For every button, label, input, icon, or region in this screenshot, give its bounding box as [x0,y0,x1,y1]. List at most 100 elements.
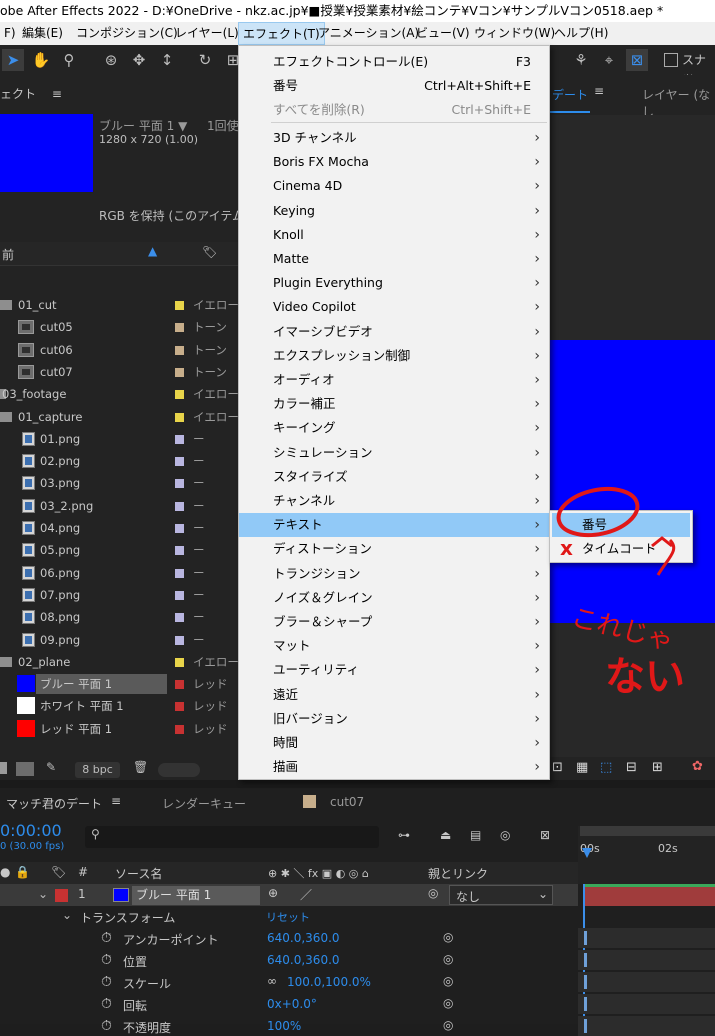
expression-pickwhip-icon[interactable]: ◎ [443,974,453,988]
snap-checkbox[interactable] [664,53,678,67]
label-color-chip[interactable] [175,657,184,667]
shy-switch-icon[interactable]: ⊕ [268,886,278,900]
project-list-item[interactable]: cut06 トーン [0,339,238,361]
transform-property-value[interactable]: 640.0,360.0 [267,953,340,967]
project-bit-depth[interactable]: 8 bpc [75,762,120,778]
label-color-chip[interactable] [175,702,184,712]
effect-menu-item[interactable]: イマーシブビデオ › [239,320,549,344]
project-list-item[interactable]: cut05 トーン [0,316,238,338]
layer-label-swatch[interactable] [55,889,68,902]
sort-ascending-icon[interactable]: ▲ [148,244,157,258]
menu-help[interactable]: ヘルプ(H) [550,22,612,45]
mask-path-icon[interactable]: ⬚ [600,760,612,775]
expand-layer-icon[interactable]: ⌄ [38,887,48,901]
label-color-chip[interactable] [175,434,184,444]
label-column-icon[interactable]: 🏷 [202,245,217,259]
current-timecode[interactable]: 0:00:00 [0,821,62,840]
project-list-item[interactable]: 01.png ー [0,428,238,450]
label-color-chip[interactable] [175,345,184,355]
effect-menu-item[interactable]: Keying › [239,199,549,223]
work-area-bar[interactable] [580,826,715,836]
label-color-chip[interactable] [175,635,184,645]
stopwatch-icon[interactable]: ⏱ [101,996,112,1012]
effect-menu-item[interactable]: 時間 › [239,731,549,755]
panel-menu-icon[interactable]: ≡ [52,87,62,101]
composition-flowchart-icon[interactable]: ⊶ [398,828,410,842]
layer-row[interactable]: ⌄ 1 ブルー 平面 1 ⊕ ／ ◎ なし ⌄ [0,884,578,906]
label-color-chip[interactable] [175,301,184,310]
effect-menu-item[interactable]: 描画 › [239,755,549,779]
menu-window[interactable]: ウィンドウ(W) [470,22,559,45]
selection-tool-icon[interactable]: ➤ [2,49,24,71]
stopwatch-icon[interactable]: ⏱ [101,930,112,946]
interpret-footage-icon[interactable] [0,762,7,774]
adjust-icon[interactable]: ✎ [46,760,56,774]
constrain-proportions-icon[interactable]: ∞ [267,974,277,988]
parent-link-header[interactable]: 親とリンク [428,865,488,882]
property-track[interactable] [578,1016,715,1036]
timeline-tab-menu-icon[interactable]: ≡ [111,794,121,808]
property-track[interactable] [578,950,715,970]
label-color-chip[interactable] [175,680,184,690]
orbit-camera-icon[interactable]: ⊛ [100,49,122,71]
effect-menu-item[interactable]: ユーティリティ › [239,658,549,682]
effect-menu-item[interactable]: シミュレーション › [239,441,549,465]
effect-menu-item[interactable]: Knoll › [239,223,549,247]
effect-menu-item[interactable]: Matte › [239,247,549,271]
effect-menu-item[interactable]: 遠近 › [239,683,549,707]
source-name-header[interactable]: ソース名 [115,865,162,882]
safe-margins-icon[interactable]: ⊞ [652,760,663,775]
project-list-item[interactable]: レッド 平面 1 レッド [0,718,238,740]
layer-search-input[interactable]: ⚲ [85,826,379,848]
region-of-interest-icon[interactable]: ⊟ [626,760,637,775]
color-channels-icon[interactable]: ✿ [692,759,703,774]
project-list-item[interactable]: 01_capture イエロー [0,406,239,428]
label-color-chip[interactable] [175,412,184,422]
puppet-overlap-icon[interactable]: ⊠ [626,49,648,71]
expression-pickwhip-icon[interactable]: ◎ [443,996,453,1010]
graph-editor-icon[interactable]: ⊠ [540,828,550,842]
label-color-chip[interactable] [175,323,184,333]
label-color-chip[interactable] [175,524,184,533]
effect-menu-item[interactable]: 番号 Ctrl+Alt+Shift+E [239,74,549,98]
draft-3d-icon[interactable]: ⏏ [440,828,451,842]
pan-camera-icon[interactable]: ✥ [128,49,150,71]
project-list-item[interactable]: 04.png ー [0,517,238,539]
project-list-item[interactable]: 01_cut イエロー [0,294,239,316]
project-list-item[interactable]: 02_plane イエロー [0,651,239,673]
project-tab[interactable]: ェクト ≡ [0,85,62,102]
zoom-tool-icon[interactable]: ⚲ [58,49,80,71]
dolly-camera-icon[interactable]: ↕ [156,49,178,71]
effect-menu-item[interactable]: ノイズ＆グレイン › [239,586,549,610]
quality-switch-icon[interactable]: ／ [300,886,312,903]
project-list-item[interactable]: 07.png ー [0,584,238,606]
label-color-chip[interactable] [175,501,184,511]
motion-blur-icon[interactable]: ◎ [500,828,510,842]
project-list-item[interactable]: 03_footage イエロー [0,383,239,405]
project-list-item[interactable]: ブルー 平面 1 レッド [0,673,238,695]
label-color-chip[interactable] [175,479,184,489]
flowchart-slider[interactable] [158,763,200,777]
expression-pickwhip-icon[interactable]: ◎ [443,952,453,966]
expression-pickwhip-icon[interactable]: ◎ [443,1018,453,1032]
effect-menu-item[interactable]: エフェクトコントロール(E) F3 [239,50,549,74]
transform-property-value[interactable]: 100.0,100.0% [287,975,371,989]
property-track[interactable] [578,994,715,1014]
transform-expand-icon[interactable]: ⌄ [62,908,72,922]
label-color-chip[interactable] [175,568,184,578]
effect-menu-item[interactable]: Boris FX Mocha › [239,150,549,174]
menu-view[interactable]: ビュー(V) [412,22,474,45]
transform-property-value[interactable]: 100% [267,1019,301,1033]
effect-menu-item[interactable]: ブラー＆シャープ › [239,610,549,634]
menu-edit[interactable]: 編集(E) [18,22,67,45]
effect-menu-item[interactable]: マット › [239,634,549,658]
effect-menu-item[interactable]: エクスプレッション制御 › [239,344,549,368]
menu-file[interactable]: F) [0,22,20,45]
menu-composition[interactable]: コンポジション(C) [72,22,182,45]
footage-name[interactable]: ブルー 平面 1 ▼ [99,117,187,134]
trash-icon[interactable]: 🗑 [133,760,148,774]
layer-duration-bar[interactable] [585,884,715,906]
transform-reset[interactable]: リセット [266,909,310,925]
effect-menu-item[interactable]: すべてを削除(R) Ctrl+Shift+E [239,98,549,122]
effect-menu-item[interactable]: トランジション › [239,562,549,586]
